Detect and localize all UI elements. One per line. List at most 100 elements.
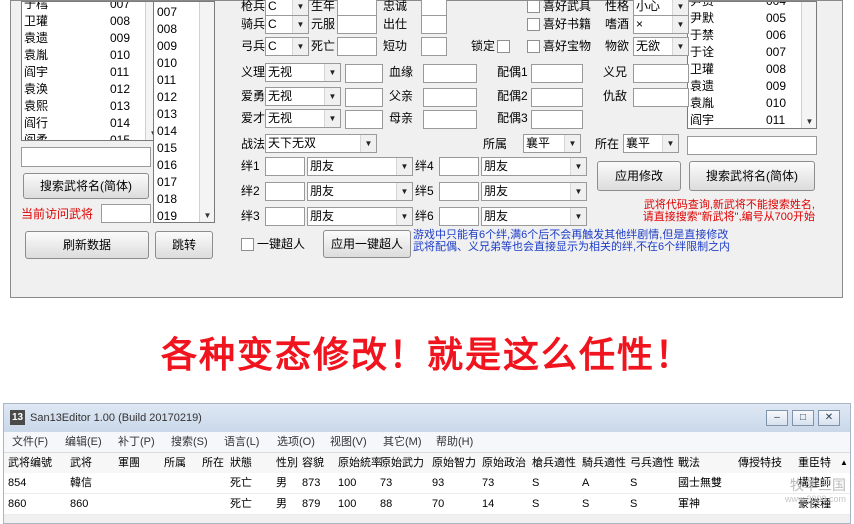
list-item[interactable]: 袁遗 009 — [690, 78, 802, 95]
column-header[interactable]: 性別 — [276, 453, 298, 473]
jump-button[interactable]: 跳转 — [155, 231, 213, 259]
list-item[interactable]: 011 — [157, 72, 197, 89]
list-item[interactable]: 袁胤 010 — [24, 47, 146, 64]
relation-input[interactable] — [345, 88, 383, 107]
list-item[interactable]: 017 — [157, 174, 197, 191]
apply-super-button[interactable]: 应用一键超人 — [323, 230, 411, 258]
close-button[interactable]: ✕ — [818, 410, 840, 426]
bond-input[interactable] — [265, 207, 305, 226]
tactic-select[interactable]: 天下无双 ▼ — [265, 134, 377, 153]
kin-input[interactable] — [423, 64, 477, 83]
column-header[interactable]: 重臣特 — [798, 453, 831, 473]
kin-input[interactable] — [423, 88, 477, 107]
list-item[interactable]: 袁遗 009 — [24, 30, 146, 47]
maximize-button[interactable]: □ — [792, 410, 814, 426]
column-header[interactable]: 弓兵適性 — [630, 453, 674, 473]
list-item[interactable]: 012 — [157, 89, 197, 106]
aptitude-select[interactable]: C ▼ — [265, 15, 309, 34]
list-item[interactable]: 019 — [157, 208, 197, 222]
affiliation-select[interactable]: 襄平 ▼ — [523, 134, 581, 153]
column-header[interactable]: 所在 — [202, 453, 224, 473]
list-item[interactable]: 于禁 006 — [690, 27, 802, 44]
bond-input[interactable] — [265, 157, 305, 176]
minimize-button[interactable]: – — [766, 410, 788, 426]
attr-input[interactable] — [337, 37, 377, 56]
list-item[interactable]: 阎柔 015 — [24, 132, 146, 140]
column-header[interactable]: 戰法 — [678, 453, 700, 473]
list-item[interactable]: 于诠 007 — [690, 44, 802, 61]
list-item[interactable]: 013 — [157, 106, 197, 123]
location-select[interactable]: 襄平 ▼ — [623, 134, 679, 153]
attr-input-loyalty[interactable] — [421, 0, 447, 16]
attr-input[interactable] — [337, 15, 377, 34]
list-item[interactable]: 卫瓘 008 — [690, 61, 802, 78]
menu-item[interactable]: 语言(L) — [224, 434, 259, 450]
spouse-input[interactable] — [531, 64, 583, 83]
column-header[interactable]: 所属 — [164, 453, 186, 473]
trait-select[interactable]: × ▼ — [633, 15, 689, 34]
menu-item[interactable]: 选项(O) — [277, 434, 315, 450]
menu-item[interactable]: 编辑(E) — [65, 434, 102, 450]
attr-input-service[interactable] — [421, 15, 447, 34]
list-item[interactable]: 008 — [157, 21, 197, 38]
list-item[interactable]: 阎行 014 — [24, 115, 146, 132]
column-header[interactable]: 原始武力 — [380, 453, 424, 473]
menu-item[interactable]: 视图(V) — [330, 434, 367, 450]
menu-item[interactable]: 文件(F) — [12, 434, 48, 450]
list-item[interactable]: 袁熙 013 — [24, 98, 146, 115]
one-key-super-checkbox[interactable] — [241, 238, 254, 251]
bond-type-select[interactable]: 朋友 ▼ — [307, 182, 413, 201]
bond-type-select[interactable]: 朋友 ▼ — [481, 157, 587, 176]
hobby-checkbox[interactable] — [527, 40, 540, 53]
list-item[interactable]: 卫瓘 008 — [24, 13, 146, 30]
sworn-input[interactable] — [633, 64, 689, 83]
id-list-scrollbar[interactable]: ▼ — [199, 2, 214, 222]
column-header[interactable]: 狀態 — [230, 453, 252, 473]
list-item[interactable]: 袁涣 012 — [24, 81, 146, 98]
hobby-checkbox[interactable] — [527, 0, 540, 13]
list-item[interactable]: 阎宇 011 — [690, 112, 802, 128]
aptitude-select[interactable]: C ▼ — [265, 0, 309, 16]
attr-input[interactable] — [337, 0, 377, 16]
menu-item[interactable]: 补丁(P) — [118, 434, 155, 450]
bond-input[interactable] — [439, 182, 479, 201]
list-item[interactable]: 009 — [157, 38, 197, 55]
column-header[interactable]: 武将 — [70, 453, 92, 473]
current-general-input[interactable] — [101, 204, 151, 223]
search-general-button[interactable]: 搜索武将名(简体) — [23, 173, 149, 199]
general-name-list[interactable]: 于樰 007 卫瓘 008 袁遗 009 袁胤 010 阎宇 011 袁涣 012 袁熙 013 阎行 014… — [21, 1, 161, 141]
bond-type-select[interactable]: 朋友 ▼ — [307, 207, 413, 226]
menu-item[interactable]: 搜索(S) — [171, 434, 208, 450]
bond-input[interactable] — [439, 207, 479, 226]
trait-select[interactable]: 无欲 ▼ — [633, 37, 689, 56]
bond-input[interactable] — [265, 182, 305, 201]
list-item[interactable]: 阎宇 011 — [24, 64, 146, 81]
list-item[interactable]: 016 — [157, 157, 197, 174]
list-item[interactable]: 尹赏 004 — [690, 2, 802, 10]
right-general-list[interactable]: 尹赏 004 尹默 005 于禁 006 于诠 007 卫瓘 008 袁遗 009 袁胤 010 阎宇 011… — [687, 1, 817, 129]
menu-item[interactable]: 帮助(H) — [436, 434, 473, 450]
list-item[interactable]: 014 — [157, 123, 197, 140]
bond-type-select[interactable]: 朋友 ▼ — [481, 182, 587, 201]
bond-input[interactable] — [439, 157, 479, 176]
list-item[interactable]: 尹默 005 — [690, 10, 802, 27]
relation-select[interactable]: 无视 ▼ — [265, 63, 341, 82]
list-item[interactable]: 010 — [157, 55, 197, 72]
relation-select[interactable]: 无视 ▼ — [265, 87, 341, 106]
bond-type-select[interactable]: 朋友 ▼ — [307, 157, 413, 176]
general-id-list[interactable]: 0070080090100110120130140150160170180190… — [153, 1, 215, 223]
table-row[interactable]: 854 韓信 死亡男 873 100 73 93 73 S A S 國士無雙 構建師 — [4, 473, 850, 494]
spouse-input[interactable] — [531, 110, 583, 129]
column-header[interactable]: 槍兵適性 — [532, 453, 576, 473]
table-row[interactable]: 860 860 死亡男 879 100 88 70 14 S S S 軍神 豪傑種 — [4, 494, 850, 515]
right-search-input[interactable] — [687, 136, 817, 155]
hobby-checkbox[interactable] — [527, 18, 540, 31]
column-header[interactable]: 武将编號 — [8, 453, 52, 473]
relation-select[interactable]: 无视 ▼ — [265, 109, 341, 128]
list-item[interactable]: 018 — [157, 191, 197, 208]
trait-select[interactable]: 小心 ▼ — [633, 0, 689, 16]
scroll-down-icon[interactable]: ▼ — [200, 211, 214, 220]
search-name-input[interactable] — [21, 147, 151, 167]
column-header[interactable]: 騎兵適性 — [582, 453, 626, 473]
spouse-input[interactable] — [531, 88, 583, 107]
